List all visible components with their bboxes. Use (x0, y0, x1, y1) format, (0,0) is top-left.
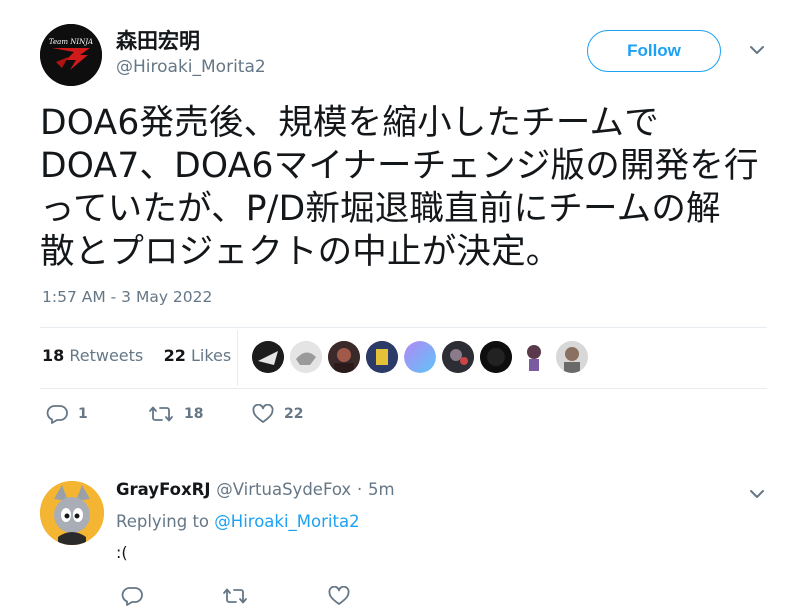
divider (40, 388, 767, 389)
reply-author-name[interactable]: GrayFoxRJ (116, 480, 211, 499)
author-avatar[interactable]: Team NINJA (40, 24, 102, 86)
retweet-count: 18 (184, 406, 204, 422)
liker-avatar[interactable] (328, 341, 360, 373)
retweets-stat[interactable]: 18 Retweets (42, 346, 143, 365)
avatar-logo-text: Team NINJA (49, 38, 93, 46)
follow-button[interactable]: Follow (587, 30, 721, 72)
heart-icon (252, 404, 274, 424)
liker-avatar[interactable] (366, 341, 398, 373)
retweets-label: Retweets (69, 346, 144, 365)
retweet-action[interactable]: 18 (148, 404, 203, 424)
liker-avatar[interactable] (480, 341, 512, 373)
reply-separator: · (356, 480, 363, 499)
author-name[interactable]: 森田宏明 (116, 25, 200, 55)
team-ninja-logo: Team NINJA (40, 24, 102, 86)
reply-icon (46, 404, 68, 424)
likes-stat[interactable]: 22 Likes (164, 346, 232, 365)
reply-action[interactable]: 1 (46, 404, 88, 424)
reply-icon (121, 586, 143, 606)
liker-avatar[interactable] (252, 341, 284, 373)
likes-label: Likes (190, 346, 232, 365)
reply-author-avatar[interactable] (40, 481, 104, 545)
retweet-icon (148, 404, 174, 424)
reply-text: :( (116, 543, 128, 562)
retweet-icon (222, 586, 248, 606)
reply-author-handle[interactable]: @VirtuaSydeFox (216, 480, 351, 499)
liker-avatar[interactable] (442, 341, 474, 373)
heart-icon (328, 586, 350, 606)
reply-header: GrayFoxRJ @VirtuaSydeFox · 5m (116, 480, 395, 499)
stats-separator (237, 330, 238, 386)
reply-like-action[interactable] (328, 586, 350, 606)
tweet-stats: 18 Retweets 22 Likes (42, 346, 231, 365)
author-handle[interactable]: @Hiroaki_Morita2 (116, 57, 266, 77)
divider (40, 327, 767, 328)
tweet-text: DOA6発売後、規模を縮小したチームで DOA7、DOA6マイナーチェンジ版の開… (40, 103, 759, 272)
liker-avatar[interactable] (404, 341, 436, 373)
liker-avatar[interactable] (556, 341, 588, 373)
reply-time[interactable]: 5m (368, 480, 395, 499)
liker-avatar[interactable] (518, 341, 550, 373)
retweets-count: 18 (42, 346, 65, 365)
like-action[interactable]: 22 (252, 404, 303, 424)
replying-to-link[interactable]: @Hiroaki_Morita2 (214, 512, 359, 531)
chevron-down-icon[interactable] (747, 40, 767, 60)
liker-avatar[interactable] (290, 341, 322, 373)
likes-count: 22 (163, 346, 186, 365)
reply-retweet-action[interactable] (222, 586, 248, 606)
reply-count: 1 (78, 406, 88, 422)
tweet-timestamp[interactable]: 1:57 AM - 3 May 2022 (42, 288, 212, 306)
replying-prefix: Replying to (116, 512, 210, 531)
like-count: 22 (284, 406, 304, 422)
replying-to: Replying to @Hiroaki_Morita2 (116, 512, 360, 531)
chevron-down-icon[interactable] (747, 484, 767, 504)
reply-reply-action[interactable] (121, 586, 143, 606)
